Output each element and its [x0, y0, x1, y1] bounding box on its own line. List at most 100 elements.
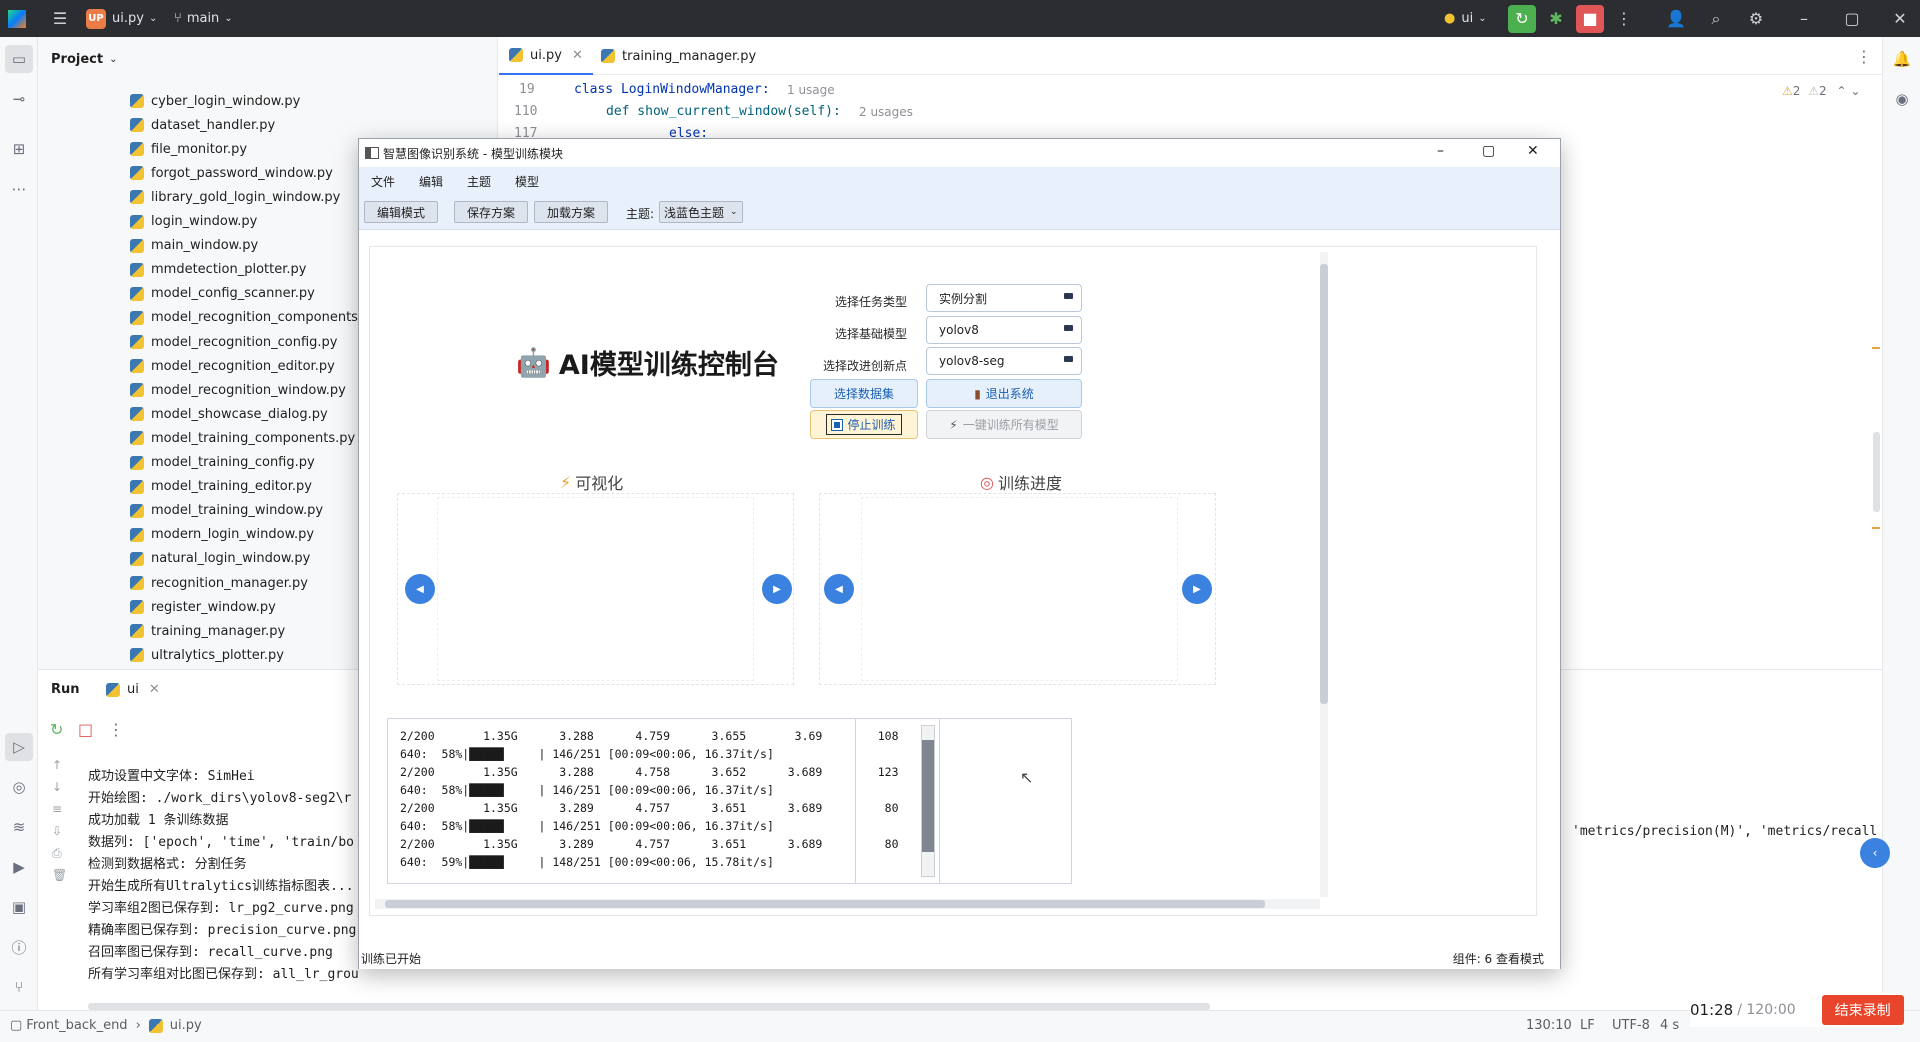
- project-file-item[interactable]: model_recognition_components.py: [130, 307, 378, 329]
- python-console-icon[interactable]: ◎: [5, 773, 33, 801]
- project-selector[interactable]: UP ui.py ⌄: [86, 0, 157, 37]
- terminal-icon[interactable]: ▣: [5, 893, 33, 921]
- project-file-item[interactable]: cyber_login_window.py: [130, 90, 300, 112]
- code-line[interactable]: class LoginWindowManager:: [574, 82, 770, 97]
- menu-edit[interactable]: 编辑: [419, 173, 443, 190]
- code-line[interactable]: def show_current_window(self):: [606, 104, 841, 119]
- inspection-widget[interactable]: ⚠2 ⚠2 ⌃ ⌄: [1782, 84, 1860, 98]
- breadcrumb[interactable]: ▢ Front_back_end › ui.py: [10, 1018, 202, 1033]
- project-file-item[interactable]: model_showcase_dialog.py: [130, 403, 328, 425]
- maximize-icon[interactable]: ▢: [1838, 0, 1866, 37]
- minimize-icon[interactable]: –: [1437, 143, 1444, 159]
- canvas-vertical-scrollbar[interactable]: [1320, 252, 1328, 897]
- project-file-item[interactable]: recognition_manager.py: [130, 572, 308, 594]
- canvas-horizontal-thumb[interactable]: [385, 900, 1265, 908]
- stop-training-button[interactable]: 停止训练: [810, 410, 918, 439]
- ai-assistant-icon[interactable]: ◉: [1888, 85, 1916, 113]
- project-file-item[interactable]: library_gold_login_window.py: [130, 186, 340, 208]
- editor-scrollbar[interactable]: [1873, 432, 1880, 512]
- debug-button[interactable]: ✱: [1542, 0, 1570, 37]
- load-plan-button[interactable]: 加载方案: [534, 201, 608, 223]
- structure-icon[interactable]: ⊞: [5, 135, 33, 163]
- project-file-item[interactable]: model_training_window.py: [130, 500, 323, 522]
- close-tab-icon[interactable]: ✕: [149, 682, 160, 697]
- run-tool-icon[interactable]: ▷: [5, 733, 33, 761]
- project-file-item[interactable]: modern_login_window.py: [130, 524, 314, 546]
- project-file-item[interactable]: dataset_handler.py: [130, 114, 275, 136]
- problems-icon[interactable]: ⓘ: [5, 933, 33, 961]
- project-file-item[interactable]: model_training_config.py: [130, 452, 315, 474]
- project-file-item[interactable]: model_recognition_window.py: [130, 379, 346, 401]
- rerun-icon[interactable]: ↻: [50, 720, 63, 739]
- console-horizontal-scrollbar[interactable]: [88, 1003, 1210, 1010]
- breadcrumb-root[interactable]: Front_back_end: [26, 1018, 127, 1033]
- edit-mode-button[interactable]: 编辑模式: [364, 201, 438, 223]
- stop-recording-button[interactable]: 结束录制: [1821, 995, 1904, 1025]
- tab-ui-py[interactable]: ui.py ✕: [499, 37, 593, 75]
- menu-file[interactable]: 文件: [371, 173, 395, 190]
- more-actions-icon[interactable]: ⋮: [1610, 0, 1638, 37]
- stop-button[interactable]: ■: [1576, 0, 1604, 37]
- collapse-arrow-icon[interactable]: ‹: [1860, 838, 1890, 868]
- select-dataset-button[interactable]: 选择数据集: [810, 379, 918, 408]
- project-file-item[interactable]: file_monitor.py: [130, 138, 247, 160]
- save-plan-button[interactable]: 保存方案: [454, 201, 528, 223]
- tab-training-manager-py[interactable]: training_manager.py: [591, 37, 766, 75]
- line-separator[interactable]: LF: [1580, 1018, 1595, 1033]
- train-all-models-button[interactable]: ⚡ 一键训练所有模型: [926, 410, 1082, 439]
- next-arrow-icon[interactable]: ▶: [762, 574, 792, 604]
- canvas-vertical-thumb[interactable]: [1320, 264, 1328, 704]
- prev-arrow-icon[interactable]: ◀: [824, 574, 854, 604]
- usage-hint[interactable]: 1 usage: [787, 83, 835, 97]
- project-file-item[interactable]: ultralytics_plotter.py: [130, 644, 284, 666]
- rerun-button[interactable]: ↻: [1508, 0, 1536, 37]
- run-side-icons[interactable]: ↑ ↓ ≡ ⇩ ⎙ 🗑: [52, 754, 67, 886]
- search-icon[interactable]: ⌕: [1702, 0, 1730, 37]
- notifications-icon[interactable]: 🔔: [1888, 45, 1916, 73]
- file-encoding[interactable]: UTF-8: [1612, 1018, 1650, 1033]
- maximize-icon[interactable]: ▢: [1482, 143, 1495, 159]
- usage-hint[interactable]: 2 usages: [859, 105, 913, 119]
- more-tools-icon[interactable]: ⋯: [5, 175, 33, 203]
- more-actions-icon[interactable]: ⋮: [108, 720, 124, 739]
- breadcrumb-file[interactable]: ui.py: [170, 1018, 202, 1033]
- close-icon[interactable]: ✕: [1886, 0, 1914, 37]
- menu-model[interactable]: 模型: [515, 173, 539, 190]
- project-file-item[interactable]: forgot_password_window.py: [130, 162, 333, 184]
- commit-icon[interactable]: ⊸: [5, 85, 33, 113]
- project-file-item[interactable]: training_manager.py: [130, 620, 285, 642]
- main-menu-icon[interactable]: ☰: [46, 0, 74, 37]
- tab-options-icon[interactable]: ⋮: [1856, 47, 1872, 66]
- indent-setting[interactable]: 4 s: [1660, 1018, 1679, 1033]
- stop-icon[interactable]: □: [78, 720, 93, 739]
- next-arrow-icon[interactable]: ▶: [1182, 574, 1212, 604]
- folder-icon[interactable]: ▭: [5, 45, 33, 73]
- minimize-icon[interactable]: –: [1790, 0, 1818, 37]
- exit-system-button[interactable]: ▮ 退出系统: [926, 379, 1082, 408]
- project-file-item[interactable]: model_training_editor.py: [130, 476, 312, 498]
- run-tab-ui[interactable]: ui ✕: [106, 682, 160, 697]
- project-panel-header[interactable]: Project ⌄: [38, 37, 497, 81]
- git-icon[interactable]: ⑂: [5, 973, 33, 1001]
- project-file-item[interactable]: model_recognition_config.py: [130, 331, 338, 353]
- run-config-selector[interactable]: ● ui ⌄: [1444, 0, 1487, 37]
- task-type-select[interactable]: 实例分割: [926, 284, 1082, 312]
- innovation-select[interactable]: yolov8-seg: [926, 347, 1082, 375]
- close-icon[interactable]: ✕: [1527, 143, 1539, 159]
- project-file-item[interactable]: model_config_scanner.py: [130, 283, 315, 305]
- project-file-item[interactable]: natural_login_window.py: [130, 548, 310, 570]
- project-file-item[interactable]: model_training_components.py: [130, 427, 355, 449]
- canvas-horizontal-scrollbar[interactable]: [375, 899, 1320, 909]
- layers-icon[interactable]: ≋: [5, 813, 33, 841]
- project-file-item[interactable]: register_window.py: [130, 596, 276, 618]
- add-user-icon[interactable]: 👤: [1662, 0, 1690, 37]
- close-tab-icon[interactable]: ✕: [572, 48, 583, 63]
- menu-theme[interactable]: 主题: [467, 173, 491, 190]
- base-model-select[interactable]: yolov8: [926, 316, 1082, 344]
- settings-gear-icon[interactable]: ⚙: [1742, 0, 1770, 37]
- project-file-item[interactable]: login_window.py: [130, 211, 257, 233]
- services-icon[interactable]: ▶: [5, 853, 33, 881]
- project-file-item[interactable]: mmdetection_plotter.py: [130, 259, 306, 281]
- project-file-item[interactable]: model_recognition_editor.py: [130, 355, 335, 377]
- prev-arrow-icon[interactable]: ◀: [405, 574, 435, 604]
